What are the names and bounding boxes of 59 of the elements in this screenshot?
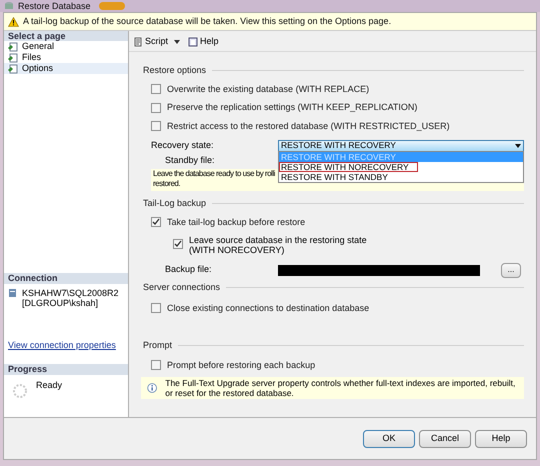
page-icon: [8, 64, 18, 74]
sidebar-item[interactable]: General: [4, 41, 128, 52]
field-label: Standby file:: [165, 154, 215, 167]
checkbox[interactable]: [151, 102, 161, 113]
dialog-button[interactable]: Cancel: [419, 430, 471, 448]
connection-properties-link[interactable]: View connection properties: [8, 340, 116, 350]
checkbox[interactable]: [151, 217, 161, 228]
progress-status: Ready: [36, 379, 62, 392]
checkbox-label: (WITH NORECOVERY): [189, 245, 286, 255]
sidebar-item[interactable]: Files: [4, 52, 128, 63]
info-text: The Full-Text Upgrade server property controls whether full-text indexes are imported, rebuilt, or reset for the restored database.: [165, 378, 516, 398]
field-label: Backup file:: [165, 263, 213, 276]
checkbox-label: Preserve the replication settings (WITH KEEP_REPLICATION): [167, 101, 418, 114]
server-icon: [8, 288, 18, 298]
server-name: KSHAHW7\SQL2008R2: [22, 288, 119, 298]
checkbox[interactable]: [151, 303, 161, 314]
checkbox[interactable]: [173, 239, 183, 249]
check-icon: [152, 218, 160, 226]
check-icon: [174, 240, 182, 248]
field-label: Recovery state:: [151, 138, 215, 152]
checkbox[interactable]: [151, 84, 161, 94]
section-title: Prompt: [143, 339, 172, 352]
browse-button[interactable]: ...: [501, 262, 521, 278]
checkbox-label: Prompt before restoring each backup: [167, 358, 316, 372]
caret-icon: [174, 40, 180, 44]
help-button[interactable]: Help: [188, 35, 219, 49]
script-icon: [133, 37, 143, 47]
redaction-mark: [98, 2, 125, 10]
dropdown-option[interactable]: RESTORE WITH STANDBY: [279, 172, 397, 182]
panel-header: Progress: [4, 364, 128, 375]
window-title: Restore Database: [18, 2, 91, 10]
dialog-button[interactable]: OK: [363, 430, 415, 448]
panel-header: Connection: [4, 273, 128, 284]
checkbox-label: Take tail-log backup before restore: [167, 216, 306, 229]
checkbox-label: Restrict access to the restored database (WITH RESTRICTED_USER): [167, 120, 450, 133]
user-name: [DLGROUP\kshah]: [22, 298, 100, 308]
sidebar-item[interactable]: Options: [4, 63, 128, 74]
page-icon: [8, 42, 18, 52]
info-icon: [147, 381, 158, 395]
page-icon: [8, 52, 18, 62]
checkbox-label: Close existing connections to destination database: [167, 302, 370, 315]
checkbox[interactable]: [151, 360, 161, 370]
spinner-icon: [12, 383, 28, 399]
description-text: Leave the database ready to use by rolli: [153, 169, 275, 179]
warning-icon: [8, 16, 19, 26]
script-button[interactable]: Script: [133, 35, 180, 49]
section-title: Restore options: [143, 64, 206, 77]
description-text: restored.: [153, 179, 180, 189]
recovery-state-dropdown[interactable]: RESTORE WITH RECOVERY: [278, 140, 524, 152]
checkbox-label: Leave source database in the restoring state: [189, 235, 367, 245]
section-title: Server connections: [143, 281, 220, 294]
dropdown-option[interactable]: RESTORE WITH NORECOVERY: [279, 162, 418, 172]
dropdown-arrow-icon: [515, 144, 521, 148]
dialog-button[interactable]: Help: [475, 430, 527, 448]
checkbox-label: Overwrite the existing database (WITH REPLACE): [167, 82, 370, 96]
checkbox[interactable]: [151, 121, 161, 132]
panel-header: Select a page: [4, 31, 128, 41]
warning-message: A tail-log backup of the source database will be taken. View this setting on the Options page.: [23, 14, 392, 28]
section-title: Tail-Log backup: [143, 197, 206, 210]
